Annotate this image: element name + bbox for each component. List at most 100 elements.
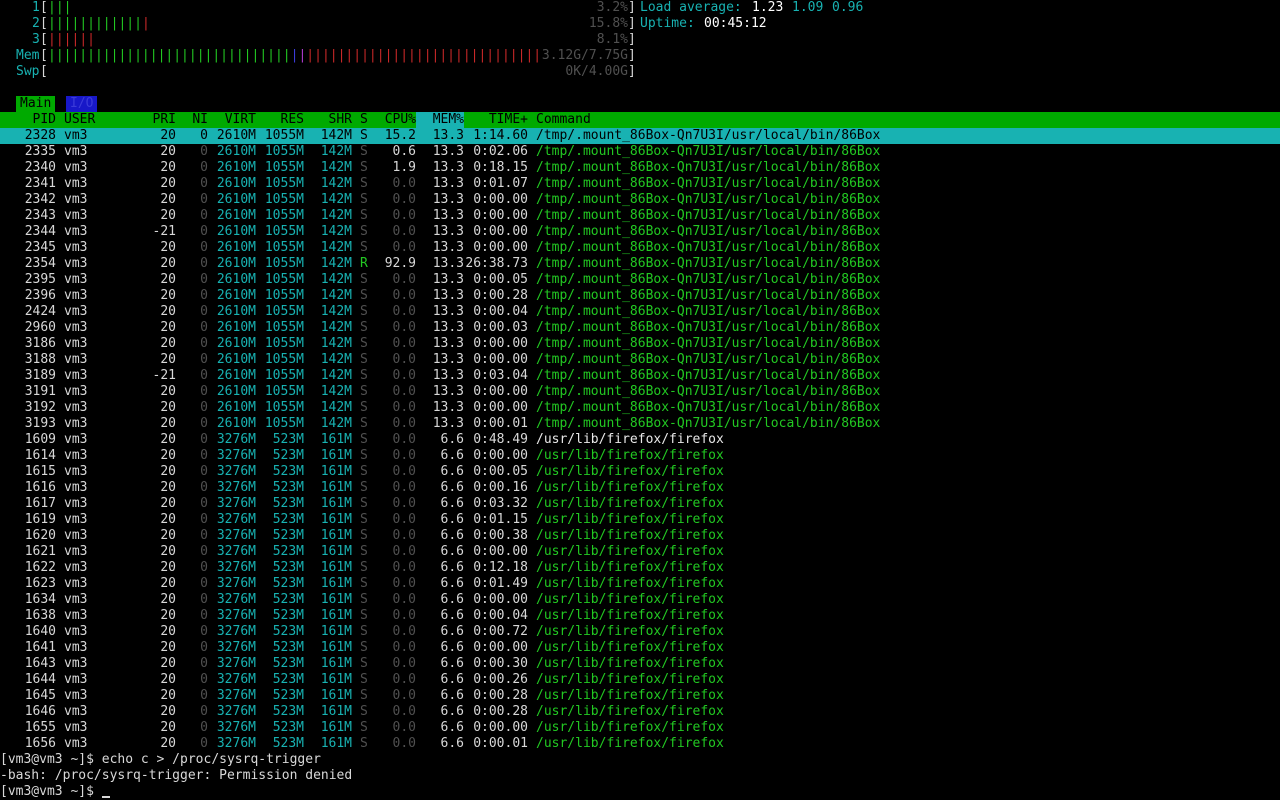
process-res: 523M: [272, 592, 304, 607]
process-row[interactable]: 1609 vm3 20 0 3276M 523M 161M S 0.0 6.6 0:48.49/us…: [0, 432, 1280, 448]
tab-main[interactable]: Main: [16, 96, 56, 112]
process-row[interactable]: 3193 vm3 20 0 2610M 1055M 142M S 0.0 13.3 0:00.01 /…: [0, 416, 1280, 432]
process-row[interactable]: 2343 vm3 20 0 2610M 1055M 142M S 0.0 13.3 0:00.00 /…: [0, 208, 1280, 224]
process-row[interactable]: 1656 vm3 20 0 3276M 523M 161M S 0.0 6.6 0:00.01/us…: [0, 736, 1280, 752]
process-virt: 3276M: [216, 496, 256, 511]
uptime-label: Uptime:: [640, 16, 695, 31]
process-shr: 142M: [320, 240, 352, 255]
process-row[interactable]: 1616 vm3 20 0 3276M 523M 161M S 0.0 6.6 0:00.16/us…: [0, 480, 1280, 496]
process-row[interactable]: 2341 vm3 20 0 2610M 1055M 142M S 0.0 13.3 0:01.07 /…: [0, 176, 1280, 192]
process-row[interactable]: 2344 vm3 -21 0 2610M 1055M 142M S 0.0 13.3 0:00.00…: [0, 224, 1280, 240]
column-shr[interactable]: SHR: [304, 112, 352, 128]
process-row[interactable]: 1617 vm3 20 0 3276M 523M 161M S 0.0 6.6 0:03.32/us…: [0, 496, 1280, 512]
process-shr: 161M: [320, 720, 352, 735]
process-state: S: [360, 464, 368, 479]
process-row[interactable]: 1655 vm3 20 0 3276M 523M 161M S 0.0 6.6 0:00.00/us…: [0, 720, 1280, 736]
column-ni[interactable]: NI: [176, 112, 208, 128]
process-nice: 0: [200, 576, 208, 591]
process-command: /tmp/.mount_86Box-Qn7U3I/usr/local/bin/8…: [536, 192, 881, 207]
process-virt: 2610M: [216, 336, 256, 351]
process-mem-percent: 13.3: [432, 128, 464, 143]
process-virt: 2610M: [216, 128, 256, 143]
memory-meter: Mem [ ||||||||||||||||||||||||||||||||||…: [16, 48, 636, 63]
process-res: 1055M: [264, 304, 304, 319]
process-pid: 1640: [24, 624, 56, 639]
process-res: 523M: [272, 560, 304, 575]
process-row[interactable]: 1621 vm3 20 0 3276M 523M 161M S 0.0 6.6 0:00.00/us…: [0, 544, 1280, 560]
process-state: S: [360, 272, 368, 287]
process-row[interactable]: 1615 vm3 20 0 3276M 523M 161M S 0.0 6.6 0:00.05/us…: [0, 464, 1280, 480]
process-row[interactable]: 3189 vm3 -21 0 2610M 1055M 142M S 0.0 13.3 0:03.04…: [0, 368, 1280, 384]
process-row[interactable]: 1622 vm3 20 0 3276M 523M 161M S 0.0 6.6 0:12.18/us…: [0, 560, 1280, 576]
process-row[interactable]: 2328 vm3 20 0 2610M 1055M 142M S 15.2 13.3 1:14.60…: [0, 128, 1280, 144]
process-pid: 3191: [24, 384, 56, 399]
process-row[interactable]: 1645 vm3 20 0 3276M 523M 161M S 0.0 6.6 0:00.28/us…: [0, 688, 1280, 704]
process-state: S: [360, 416, 368, 431]
process-row[interactable]: 1646 vm3 20 0 3276M 523M 161M S 0.0 6.6 0:00.28/us…: [0, 704, 1280, 720]
column-command[interactable]: Command: [536, 112, 591, 128]
tab-io[interactable]: I/O: [66, 96, 98, 112]
process-row[interactable]: 2396 vm3 20 0 2610M 1055M 142M S 0.0 13.3 0:00.28 /…: [0, 288, 1280, 304]
process-priority: 20: [160, 448, 176, 463]
column-res[interactable]: RES: [256, 112, 304, 128]
process-time: 0:00.00: [473, 240, 528, 255]
column-state[interactable]: S: [360, 112, 368, 128]
process-user: vm3: [64, 144, 88, 159]
process-shr: 161M: [320, 448, 352, 463]
process-command: /usr/lib/firefox/firefox: [536, 720, 724, 735]
column-time[interactable]: TIME+: [464, 112, 528, 128]
column-cpu[interactable]: CPU%: [376, 112, 416, 128]
process-row[interactable]: 1623 vm3 20 0 3276M 523M 161M S 0.0 6.6 0:01.49/us…: [0, 576, 1280, 592]
process-state: S: [360, 160, 368, 175]
process-nice: 0: [200, 128, 208, 143]
process-virt: 3276M: [216, 720, 256, 735]
process-row[interactable]: 2345 vm3 20 0 2610M 1055M 142M S 0.0 13.3 0:00.00 /…: [0, 240, 1280, 256]
process-row[interactable]: 3191 vm3 20 0 2610M 1055M 142M S 0.0 13.3 0:00.00 /…: [0, 384, 1280, 400]
column-mem[interactable]: MEM%: [416, 112, 464, 128]
process-row[interactable]: 2340 vm3 20 0 2610M 1055M 142M S 1.9 13.3 0:18.15 /…: [0, 160, 1280, 176]
process-state: S: [360, 224, 368, 239]
process-row[interactable]: 1614 vm3 20 0 3276M 523M 161M S 0.0 6.6 0:00.00/us…: [0, 448, 1280, 464]
process-row[interactable]: 1634 vm3 20 0 3276M 523M 161M S 0.0 6.6 0:00.00/us…: [0, 592, 1280, 608]
process-pid: 2328: [24, 128, 56, 143]
process-shr: 142M: [320, 128, 352, 143]
process-time: 0:00.28: [473, 704, 528, 719]
process-row[interactable]: 1620 vm3 20 0 3276M 523M 161M S 0.0 6.6 0:00.38/us…: [0, 528, 1280, 544]
process-row[interactable]: 1643 vm3 20 0 3276M 523M 161M S 0.0 6.6 0:00.30/us…: [0, 656, 1280, 672]
process-command: /tmp/.mount_86Box-Qn7U3I/usr/local/bin/8…: [536, 128, 881, 143]
process-row[interactable]: 2960 vm3 20 0 2610M 1055M 142M S 0.0 13.3 0:00.03 /…: [0, 320, 1280, 336]
process-row[interactable]: 2424 vm3 20 0 2610M 1055M 142M S 0.0 13.3 0:00.04 /…: [0, 304, 1280, 320]
process-shr: 161M: [320, 496, 352, 511]
process-cpu-percent: 0.0: [392, 688, 416, 703]
process-row[interactable]: 1619 vm3 20 0 3276M 523M 161M S 0.0 6.6 0:01.15/us…: [0, 512, 1280, 528]
process-row[interactable]: 2395 vm3 20 0 2610M 1055M 142M S 0.0 13.3 0:00.05 /…: [0, 272, 1280, 288]
process-state: S: [360, 496, 368, 511]
process-command: /usr/lib/firefox/firefox: [536, 528, 724, 543]
process-priority: 20: [160, 384, 176, 399]
process-row[interactable]: 2354 vm3 20 0 2610M 1055M 142M R 92.9 13.3 26:38.7…: [0, 256, 1280, 272]
process-row[interactable]: 3186 vm3 20 0 2610M 1055M 142M S 0.0 13.3 0:00.00 /…: [0, 336, 1280, 352]
process-row[interactable]: 2335 vm3 20 0 2610M 1055M 142M S 0.6 13.3 0:02.06 /…: [0, 144, 1280, 160]
column-pid[interactable]: PID: [8, 112, 56, 128]
process-cpu-percent: 0.0: [392, 304, 416, 319]
process-row[interactable]: 1638 vm3 20 0 3276M 523M 161M S 0.0 6.6 0:00.04/us…: [0, 608, 1280, 624]
process-virt: 3276M: [216, 704, 256, 719]
process-row[interactable]: 3188 vm3 20 0 2610M 1055M 142M S 0.0 13.3 0:00.00 /…: [0, 352, 1280, 368]
process-mem-percent: 6.6: [440, 528, 464, 543]
process-nice: 0: [200, 624, 208, 639]
process-row[interactable]: 1640 vm3 20 0 3276M 523M 161M S 0.0 6.6 0:00.72/us…: [0, 624, 1280, 640]
column-virt[interactable]: VIRT: [208, 112, 256, 128]
terminal-prompt-line[interactable]: [vm3@vm3 ~]$: [0, 784, 1280, 800]
process-row[interactable]: 1644 vm3 20 0 3276M 523M 161M S 0.0 6.6 0:00.26/us…: [0, 672, 1280, 688]
process-row[interactable]: 2342 vm3 20 0 2610M 1055M 142M S 0.0 13.3 0:00.00 /…: [0, 192, 1280, 208]
process-priority: 20: [160, 496, 176, 511]
column-pri[interactable]: PRI: [136, 112, 176, 128]
column-user[interactable]: USER: [64, 112, 95, 128]
process-row[interactable]: 1641 vm3 20 0 3276M 523M 161M S 0.0 6.6 0:00.00/us…: [0, 640, 1280, 656]
process-pid: 3193: [24, 416, 56, 431]
process-state: S: [360, 720, 368, 735]
process-priority: 20: [160, 640, 176, 655]
process-state: S: [360, 240, 368, 255]
process-command: /usr/lib/firefox/firefox: [536, 640, 724, 655]
process-row[interactable]: 3192 vm3 20 0 2610M 1055M 142M S 0.0 13.3 0:00.00 /…: [0, 400, 1280, 416]
